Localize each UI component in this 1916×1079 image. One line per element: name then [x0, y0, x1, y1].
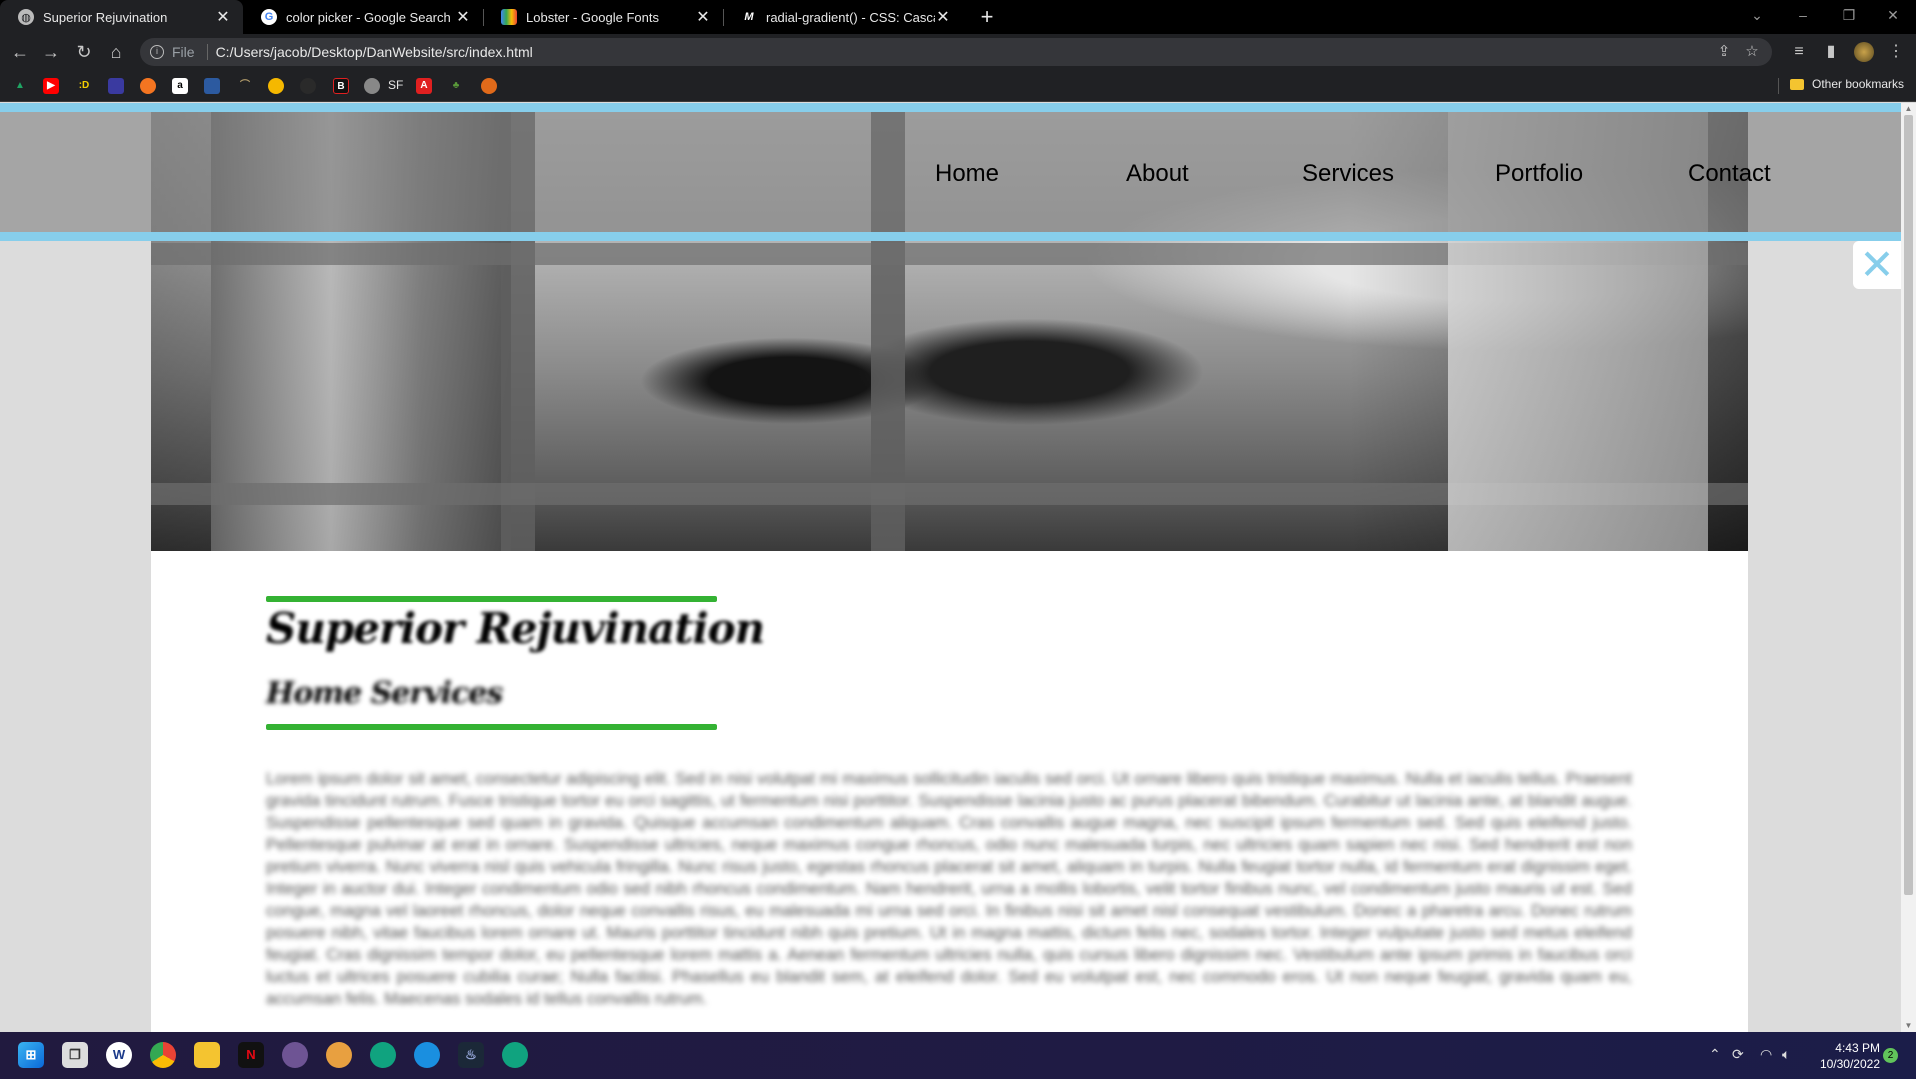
nav-home[interactable]: Home	[935, 160, 999, 188]
scroll-up-icon[interactable]: ▲	[1901, 103, 1916, 115]
steam-icon[interactable]: ♨	[458, 1042, 484, 1068]
home-button[interactable]: ⌂	[102, 38, 130, 66]
chatgpt-icon[interactable]	[502, 1042, 528, 1068]
tab-superior-rejuvination[interactable]: ◍ Superior Rejuvination ✕	[0, 0, 243, 34]
windows-start-icon[interactable]: ⊞	[18, 1042, 44, 1068]
scheme-label: File	[172, 44, 195, 60]
minimize-button[interactable]: –	[1780, 0, 1826, 30]
close-window-button[interactable]: ✕	[1870, 0, 1916, 30]
wifi-icon[interactable]: ◠	[1760, 1046, 1772, 1063]
file-explorer-icon[interactable]	[194, 1042, 220, 1068]
main-content: Superior Rejuvination Home Services Lore…	[151, 551, 1748, 1032]
url-text[interactable]: C:/Users/jacob/Desktop/DanWebsite/src/in…	[216, 44, 533, 60]
amazon-icon[interactable]: a	[172, 78, 188, 94]
browser-w-icon[interactable]: W	[106, 1042, 132, 1068]
d-icon[interactable]: :D	[76, 78, 92, 94]
close-icon[interactable]: ✕	[695, 7, 711, 27]
bookmark-icon[interactable]: ⌒	[237, 78, 253, 94]
tab-title: Lobster - Google Fonts	[526, 9, 659, 25]
crunchyroll-icon[interactable]	[140, 78, 156, 94]
close-icon[interactable]: ✕	[455, 7, 471, 27]
green-rule-bottom	[266, 724, 717, 730]
nav-about[interactable]: About	[1126, 160, 1189, 188]
tab-radial-gradient[interactable]: M radial-gradient() - CSS: Cascading ✕	[723, 0, 963, 34]
clock-time: 4:43 PM	[1835, 1041, 1880, 1055]
reload-button[interactable]: ↻	[70, 38, 98, 66]
tab-strip: ◍ Superior Rejuvination ✕ G color picker…	[0, 0, 1916, 34]
media-control-icon[interactable]: ≡	[1785, 38, 1813, 66]
other-bookmarks[interactable]: Other bookmarks	[1790, 77, 1904, 91]
forward-button[interactable]: →	[37, 38, 65, 66]
site-title: Superior Rejuvination	[266, 604, 765, 653]
basketball-icon[interactable]	[481, 78, 497, 94]
tab-lobster[interactable]: Lobster - Google Fonts ✕	[483, 0, 723, 34]
task-view-icon[interactable]: ❐	[62, 1042, 88, 1068]
bookmark-icon[interactable]	[300, 78, 316, 94]
nav-services[interactable]: Services	[1302, 160, 1394, 188]
restore-button[interactable]: ❐	[1826, 0, 1872, 30]
globe-icon[interactable]	[364, 78, 380, 94]
bookmark-icon[interactable]	[108, 78, 124, 94]
bookmark-separator	[1778, 78, 1779, 94]
chevron-down-icon[interactable]: ⌄	[1734, 0, 1780, 30]
chrome-icon[interactable]	[150, 1042, 176, 1068]
menu-icon[interactable]: ⋮	[1882, 38, 1910, 66]
mdn-icon: M	[744, 11, 754, 23]
side-panel-icon[interactable]: ▮	[1817, 38, 1845, 66]
chevron-up-icon[interactable]: ⌃	[1709, 1046, 1721, 1063]
new-tab-button[interactable]: +	[973, 3, 1001, 31]
body-paragraph: Lorem ipsum dolor sit amet, consectetur …	[266, 770, 1632, 1008]
a-icon[interactable]: A	[416, 78, 432, 94]
clock-date: 10/30/2022	[1819, 1057, 1880, 1071]
netflix-icon[interactable]: N	[238, 1042, 264, 1068]
site-subtitle: Home Services	[266, 676, 503, 711]
divider	[206, 44, 208, 60]
address-bar[interactable]: i File C:/Users/jacob/Desktop/DanWebsite…	[140, 38, 1772, 66]
share-icon[interactable]: ⇪	[1710, 38, 1738, 66]
google-fonts-icon	[501, 9, 517, 25]
page-viewport: Home About Services Portfolio Contact ✕ …	[0, 103, 1916, 1032]
green-rule-top	[266, 596, 717, 602]
browser-toolbar: ← → ↻ ⌂ i File C:/Users/jacob/Desktop/Da…	[0, 34, 1916, 70]
rally-data-icon[interactable]	[204, 78, 220, 94]
bookmarks-bar: ▲ ▶ :D a ⌒ B SF A ♣ Other bookmarks	[0, 70, 1916, 102]
tab-color-picker[interactable]: G color picker - Google Search ✕	[243, 0, 483, 34]
back-button[interactable]: ←	[6, 38, 34, 66]
app-icon[interactable]	[414, 1042, 440, 1068]
windows-taskbar: ⊞ ❐ W N ♨ ⌃ ⟳ ◠ 🔈︎ 4:43 PM 10/30/2022 2	[0, 1032, 1916, 1079]
notification-badge[interactable]: 2	[1883, 1048, 1898, 1063]
chatgpt-icon[interactable]	[370, 1042, 396, 1068]
profile-avatar[interactable]	[1850, 38, 1878, 66]
bookmark-sf[interactable]: SF	[388, 78, 403, 92]
close-menu-button[interactable]: ✕	[1853, 241, 1901, 289]
google-icon: G	[261, 9, 277, 25]
page-scrollbar[interactable]: ▲ ▼	[1901, 103, 1916, 1032]
youtube-icon[interactable]: ▶	[43, 78, 59, 94]
volume-icon[interactable]: 🔈︎	[1782, 1046, 1790, 1063]
scroll-thumb[interactable]	[1904, 115, 1913, 895]
taskbar-clock[interactable]: 4:43 PM 10/30/2022	[1810, 1040, 1880, 1072]
tree-icon[interactable]: ♣	[448, 78, 464, 94]
nav-contact[interactable]: Contact	[1688, 160, 1771, 188]
star-icon[interactable]: ☆	[1738, 38, 1766, 66]
info-icon[interactable]: i	[150, 45, 164, 59]
close-icon[interactable]: ✕	[215, 7, 231, 27]
sync-icon[interactable]: ⟳	[1732, 1046, 1744, 1063]
tab-title: color picker - Google Search	[286, 9, 451, 25]
close-icon[interactable]: ✕	[935, 7, 951, 27]
tab-title: radial-gradient() - CSS: Cascading	[766, 9, 935, 25]
other-bookmarks-label: Other bookmarks	[1812, 77, 1905, 91]
github-icon[interactable]	[282, 1042, 308, 1068]
folder-icon	[1790, 78, 1804, 90]
app-icon[interactable]	[326, 1042, 352, 1068]
google-drive-icon[interactable]: ▲	[12, 78, 28, 94]
b-icon[interactable]: B	[333, 78, 349, 94]
scroll-down-icon[interactable]: ▼	[1901, 1020, 1916, 1032]
coin-icon[interactable]	[268, 78, 284, 94]
globe-icon: ◍	[18, 9, 34, 25]
site-navbar: Home About Services Portfolio Contact	[0, 103, 1901, 241]
nav-portfolio[interactable]: Portfolio	[1495, 160, 1583, 188]
tab-title: Superior Rejuvination	[43, 9, 168, 25]
